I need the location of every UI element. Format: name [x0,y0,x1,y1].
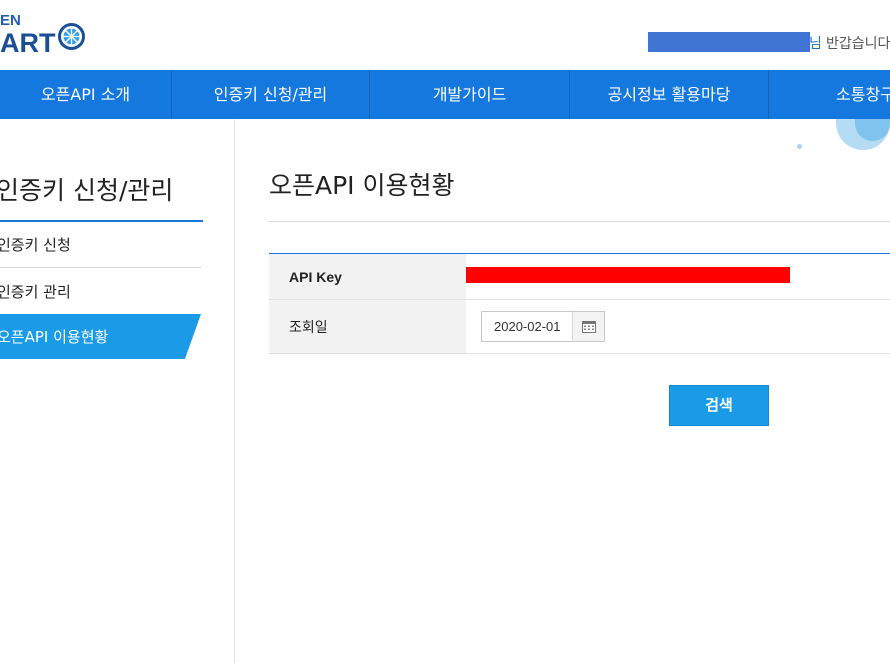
date-input[interactable]: 2020-02-01 [481,311,573,342]
nav-communication[interactable]: 소통창구 [769,70,890,119]
api-key-label-cell: API Key [269,254,466,299]
api-key-row: API Key [269,254,890,300]
search-button[interactable]: 검색 [669,385,769,426]
page-title: 오픈API 이용현황 [269,171,455,200]
sidebar: 인증키 신청/관리 인증키 신청 인증키 관리 오픈API 이용현황 [0,119,235,663]
logo-text-main: ART [0,28,56,58]
date-label-cell: 조회일 [269,300,466,353]
date-row: 조회일 2020-02-01 [269,300,890,354]
calendar-button[interactable] [572,311,605,342]
site-logo[interactable]: EN ART [0,8,100,58]
redacted-username [648,32,810,52]
date-value: 2020-02-01 [494,319,561,334]
decorative-dot [797,144,802,149]
sidebar-item-label: 오픈API 이용현황 [0,328,109,346]
sidebar-item-label: 인증키 관리 [0,283,71,301]
redacted-api-key [466,267,790,283]
nav-auth-key[interactable]: 인증키 신청/관리 [172,70,369,119]
sidebar-item-key-request[interactable]: 인증키 신청 [0,222,201,268]
user-honorific: 님 [809,36,822,52]
main-navigation: 오픈API 소개 인증키 신청/관리 개발가이드 공시정보 활용마당 소통창구 [0,70,890,119]
search-form-table: API Key 조회일 2020-02-01 [269,253,890,354]
calendar-icon [582,321,596,333]
nav-dev-guide[interactable]: 개발가이드 [370,70,569,119]
api-key-label: API Key [289,269,342,285]
title-divider [269,221,890,222]
globe-logo-icon [58,23,85,50]
nav-disclosure-info[interactable]: 공시정보 활용마당 [570,70,768,119]
sidebar-item-key-manage[interactable]: 인증키 관리 [0,269,201,315]
sidebar-item-usage-status[interactable]: 오픈API 이용현황 [0,314,201,359]
sidebar-item-label: 인증키 신청 [0,236,71,254]
nav-openapi-intro[interactable]: 오픈API 소개 [0,70,171,119]
site-header: EN ART 님 반갑습니다 [0,0,890,70]
logo-text-top: EN [0,12,21,29]
sidebar-title: 인증키 신청/관리 [0,176,174,205]
greeting-text: 반갑습니다 [826,36,890,52]
date-label: 조회일 [289,320,328,336]
